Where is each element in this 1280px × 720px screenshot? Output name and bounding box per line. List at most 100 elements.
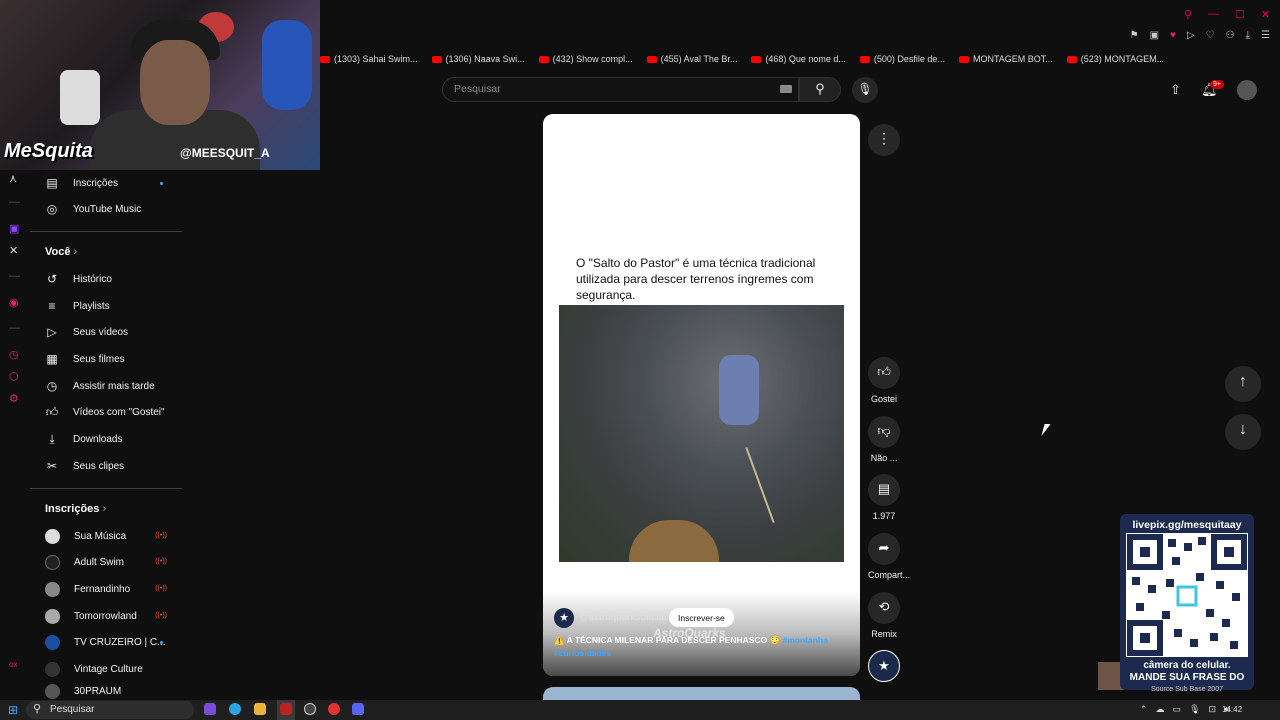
subscription-item[interactable]: TV CRUZEIRO | C...: [45, 629, 185, 655]
keyboard-icon[interactable]: [780, 85, 792, 93]
comments-button[interactable]: ▤ 1.977: [868, 474, 900, 521]
voice-search-button[interactable]: 🎙︎: [852, 77, 878, 103]
avatar[interactable]: [1237, 80, 1257, 100]
close-button[interactable]: ✕: [1261, 8, 1270, 21]
account-icon[interactable]: ⚇: [1226, 30, 1235, 41]
x-icon[interactable]: ✕: [9, 244, 18, 257]
next-short-button[interactable]: ↓: [1225, 414, 1261, 450]
upload-button[interactable]: ⇧: [1170, 82, 1181, 98]
sidebar-item-youtube-music[interactable]: ◎ YouTube Music: [45, 196, 185, 222]
channel-audio-button[interactable]: ★: [868, 650, 900, 682]
opera-icon[interactable]: [328, 703, 340, 715]
chevron-right-icon: ›: [102, 503, 107, 515]
subscription-item[interactable]: Sua Música ((•)): [45, 523, 185, 549]
sidebar-item-downloads[interactable]: ⤓ Downloads: [45, 426, 185, 452]
copilot-icon[interactable]: [204, 703, 216, 715]
edge-icon[interactable]: [229, 703, 241, 715]
sidebar-item-subscriptions[interactable]: ▤ Inscrições: [45, 170, 185, 196]
like-button[interactable]: 👍︎ Gostei: [868, 357, 900, 404]
section-header-subscriptions[interactable]: Inscrições ›: [45, 503, 106, 515]
extension-rail-icon[interactable]: ⬡: [9, 370, 19, 383]
sidebar-item-your-videos[interactable]: ▷ Seus vídeos: [45, 319, 185, 345]
subscription-item[interactable]: 30PRAUM: [45, 682, 185, 700]
search-input[interactable]: Pesquisar: [442, 77, 799, 102]
bookmark-icon[interactable]: ⚑: [1130, 30, 1139, 41]
menu-icon[interactable]: ☰: [1261, 30, 1270, 41]
twitch-icon[interactable]: ▣: [9, 222, 19, 235]
previous-short-button[interactable]: ↑: [1225, 366, 1261, 402]
short-video-frame[interactable]: [559, 305, 844, 562]
video-watermark: AstroQuarks: [653, 626, 726, 640]
share-button[interactable]: ➦ Compart...: [868, 533, 910, 580]
taskbar-search[interactable]: Pesquisar: [26, 701, 194, 719]
folder-icon[interactable]: [254, 703, 266, 715]
bookmark-item[interactable]: MONTAGEM BOT...: [958, 50, 1053, 68]
search-button[interactable]: ⚲: [799, 77, 841, 102]
notification-badge: 9+: [1210, 80, 1224, 89]
history-rail-icon[interactable]: ◷: [9, 348, 19, 361]
remix-button[interactable]: ⟲ Remix: [868, 592, 900, 639]
bookmark-item[interactable]: (1306) Naava Swi...: [431, 50, 525, 68]
subscription-item[interactable]: Fernandinho ((•)): [45, 576, 185, 602]
bookmark-item[interactable]: (1303) Sahai Swim...: [320, 50, 418, 68]
sidebar-item-history[interactable]: ↺ Histórico: [45, 266, 185, 292]
settings-rail-icon[interactable]: ⚙: [9, 392, 19, 405]
screenshot-icon[interactable]: ▣: [1150, 30, 1159, 41]
bookmark-item[interactable]: (468) Que nome d...: [751, 50, 846, 68]
pocket-icon[interactable]: ♥: [1170, 30, 1176, 41]
subscriptions-icon: ▤: [46, 176, 58, 190]
mic-icon[interactable]: 🎙︎: [1189, 704, 1200, 715]
start-button[interactable]: ⊞: [8, 703, 18, 717]
subscription-item[interactable]: Vintage Culture: [45, 656, 185, 682]
channel-avatar: [45, 661, 60, 677]
more-options-button[interactable]: ⋮: [868, 124, 900, 156]
sound-avatar-icon: ★: [868, 650, 900, 682]
sidebar-item-watch-later[interactable]: ◷ Assistir mais tarde: [45, 373, 185, 399]
heart-icon[interactable]: ♡: [1206, 30, 1215, 41]
bookmark-item[interactable]: (455) Aval The Br...: [646, 50, 737, 68]
instagram-icon[interactable]: ◉: [9, 296, 19, 309]
bookmark-item[interactable]: (523) MONTAGEM...: [1066, 50, 1164, 68]
cloud-icon[interactable]: ☁: [1156, 704, 1165, 715]
channel-avatar: [45, 581, 60, 597]
network-icon[interactable]: ⊡: [1209, 704, 1217, 715]
window-controls: ⚲ — ☐ ✕: [1184, 8, 1270, 21]
section-header-you[interactable]: Você ›: [45, 246, 77, 258]
bookmark-item[interactable]: (500) Desfile de...: [859, 50, 945, 68]
minimize-button[interactable]: —: [1208, 8, 1219, 21]
dislike-button[interactable]: 👎︎ Não ...: [868, 416, 900, 463]
download-icon[interactable]: ⤓: [1246, 30, 1250, 41]
maximize-button[interactable]: ☐: [1235, 8, 1245, 21]
sidebar-item-movies[interactable]: ▦ Seus filmes: [45, 346, 185, 372]
search-tab-icon[interactable]: ⚲: [1184, 8, 1192, 21]
rock-ledge: [629, 520, 719, 562]
rail-more-icon[interactable]: ox: [9, 660, 17, 669]
live-icon: ((•)): [155, 558, 167, 565]
upload-icon: ⇧: [1170, 82, 1181, 97]
taskbar-clock[interactable]: 14:42: [1222, 705, 1242, 714]
channel-avatar: [45, 683, 60, 699]
rail-app-icon[interactable]: ⋏: [9, 172, 17, 185]
remix-icon: ⟲: [868, 592, 900, 624]
sidebar-item-clips[interactable]: ✂ Seus clipes: [45, 453, 185, 479]
sidebar-item-liked-videos[interactable]: 👍︎ Vídeos com "Gostei": [45, 399, 185, 425]
sidebar-item-playlists[interactable]: ≡ Playlists: [45, 293, 185, 319]
subscription-item[interactable]: Tomorrowland ((•)): [45, 603, 185, 629]
channel-name[interactable]: @astroquarksoficial: [580, 612, 666, 622]
rail-separator: —: [9, 270, 20, 282]
discord-icon[interactable]: [352, 703, 364, 715]
channel-avatar[interactable]: ★: [554, 608, 574, 628]
chevron-up-icon[interactable]: ⌃: [1140, 704, 1148, 715]
battery-icon[interactable]: ▭: [1173, 704, 1182, 715]
channel-avatar: [45, 528, 60, 544]
system-tray: ⌃ ☁ ▭ 🎙︎ ⊡ 🔊︎: [1140, 704, 1230, 715]
obs-icon[interactable]: [304, 703, 316, 715]
search-icon: ⚲: [33, 703, 42, 715]
play-icon[interactable]: ▷: [1187, 30, 1195, 41]
app-icon[interactable]: [280, 703, 292, 715]
short-player[interactable]: O "Salto do Pastor" é uma técnica tradic…: [543, 114, 860, 676]
subscription-item[interactable]: Adult Swim ((•)): [45, 549, 185, 575]
subscribe-button[interactable]: Inscrever-se: [669, 608, 734, 627]
rail-separator: —: [9, 322, 20, 334]
bookmark-item[interactable]: (432) Show compl...: [538, 50, 633, 68]
